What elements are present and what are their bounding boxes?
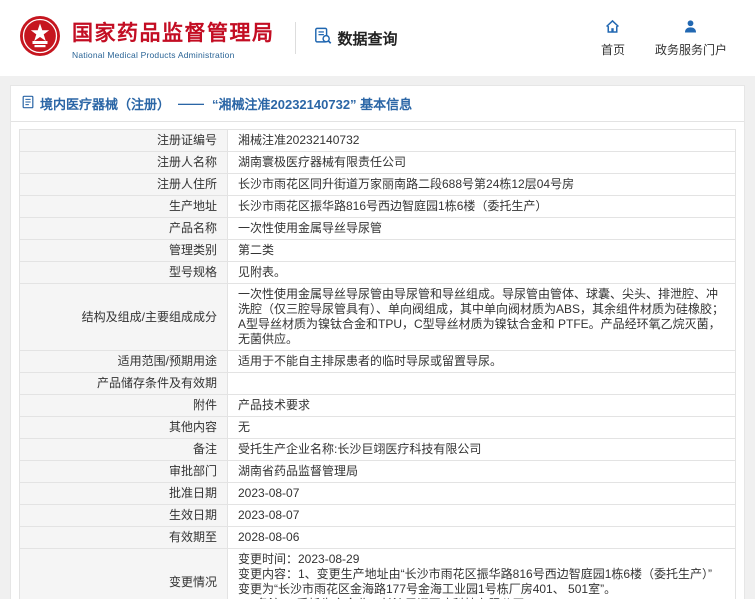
row-value: 受托生产企业名称:长沙巨翊医疗科技有限公司 [228, 439, 736, 461]
header-divider [295, 22, 296, 54]
row-value: 适用于不能自主排尿患者的临时导尿或留置导尿。 [228, 351, 736, 373]
table-row: 产品储存条件及有效期 [20, 373, 736, 395]
nav-portal-label: 政务服务门户 [655, 41, 727, 58]
site-header: 国家药品监督管理局 National Medical Products Admi… [0, 0, 755, 76]
table-row: 附件 产品技术要求 [20, 395, 736, 417]
row-value: 无 [228, 417, 736, 439]
row-value: 2023-08-07 [228, 483, 736, 505]
content-wrap: 境内医疗器械（注册） —— “湘械注准20232140732” 基本信息 注册证… [0, 76, 755, 599]
row-value: 产品技术要求 [228, 395, 736, 417]
row-label: 变更情况 [20, 549, 228, 599]
table-row: 型号规格 见附表。 [20, 262, 736, 284]
row-value: 2023-08-07 [228, 505, 736, 527]
table-row: 产品名称 一次性使用金属导丝导尿管 [20, 218, 736, 240]
row-label: 管理类别 [20, 240, 228, 262]
row-label: 生产地址 [20, 196, 228, 218]
content-box: 境内医疗器械（注册） —— “湘械注准20232140732” 基本信息 注册证… [10, 85, 745, 599]
agency-name-cn: 国家药品监督管理局 [72, 17, 275, 47]
row-label: 生效日期 [20, 505, 228, 527]
row-value: 见附表。 [228, 262, 736, 284]
brand: 国家药品监督管理局 National Medical Products Admi… [18, 14, 275, 63]
table-row: 审批部门 湖南省药品监督管理局 [20, 461, 736, 483]
row-label: 结构及组成/主要组成成分 [20, 284, 228, 351]
row-value: 湘械注准20232140732 [228, 130, 736, 152]
data-query-label: 数据查询 [338, 28, 398, 49]
table-row: 结构及组成/主要组成成分 一次性使用金属导丝导尿管由导尿管和导丝组成。导尿管由管… [20, 284, 736, 351]
table-row: 变更情况 变更时间：2023-08-29 变更内容：1、变更生产地址由“长沙市雨… [20, 549, 736, 599]
top-nav: 首页 政务服务门户 [601, 18, 727, 58]
row-value: 长沙市雨花区同升街道万家丽南路二段688号第24栋12层04号房 [228, 174, 736, 196]
table-row: 注册人住所 长沙市雨花区同升街道万家丽南路二段688号第24栋12层04号房 [20, 174, 736, 196]
document-icon [21, 95, 35, 112]
brand-text: 国家药品监督管理局 National Medical Products Admi… [72, 17, 275, 60]
table-row: 适用范围/预期用途 适用于不能自主排尿患者的临时导尿或留置导尿。 [20, 351, 736, 373]
table-row: 其他内容 无 [20, 417, 736, 439]
nmpa-emblem-logo [18, 14, 62, 63]
row-label: 其他内容 [20, 417, 228, 439]
row-label: 型号规格 [20, 262, 228, 284]
table-row: 有效期至 2028-08-06 [20, 527, 736, 549]
row-label: 适用范围/预期用途 [20, 351, 228, 373]
row-value: 一次性使用金属导丝导尿管由导尿管和导丝组成。导尿管由管体、球囊、尖头、排泄腔、冲… [228, 284, 736, 351]
table-row: 生产地址 长沙市雨花区振华路816号西边智庭园1栋6楼（委托生产） [20, 196, 736, 218]
table-row: 注册证编号 湘械注准20232140732 [20, 130, 736, 152]
nav-data-query[interactable]: 数据查询 [314, 27, 398, 49]
row-value: 湖南寰极医疗器械有限责任公司 [228, 152, 736, 174]
row-label: 注册证编号 [20, 130, 228, 152]
row-value: 2028-08-06 [228, 527, 736, 549]
nav-portal[interactable]: 政务服务门户 [655, 18, 727, 58]
row-label: 审批部门 [20, 461, 228, 483]
row-value: 第二类 [228, 240, 736, 262]
table-row: 生效日期 2023-08-07 [20, 505, 736, 527]
row-value: 变更时间：2023-08-29 变更内容：1、变更生产地址由“长沙市雨花区振华路… [228, 549, 736, 599]
table-row: 注册人名称 湖南寰极医疗器械有限责任公司 [20, 152, 736, 174]
row-label: 有效期至 [20, 527, 228, 549]
breadcrumb-detail: “湘械注准20232140732” 基本信息 [212, 94, 412, 113]
agency-name-en: National Medical Products Administration [72, 50, 275, 60]
nav-home[interactable]: 首页 [601, 18, 625, 58]
breadcrumb-separator: —— [178, 96, 204, 111]
row-value: 一次性使用金属导丝导尿管 [228, 218, 736, 240]
row-label: 产品储存条件及有效期 [20, 373, 228, 395]
row-label: 批准日期 [20, 483, 228, 505]
row-label: 附件 [20, 395, 228, 417]
breadcrumb: 境内医疗器械（注册） —— “湘械注准20232140732” 基本信息 [11, 86, 744, 122]
row-label: 注册人名称 [20, 152, 228, 174]
table-row: 管理类别 第二类 [20, 240, 736, 262]
table-row: 备注 受托生产企业名称:长沙巨翊医疗科技有限公司 [20, 439, 736, 461]
user-icon [682, 18, 699, 38]
home-icon [604, 18, 621, 38]
breadcrumb-section[interactable]: 境内医疗器械（注册） [40, 94, 170, 113]
row-value: 长沙市雨花区振华路816号西边智庭园1栋6楼（委托生产） [228, 196, 736, 218]
registration-info-table: 注册证编号 湘械注准20232140732 注册人名称 湖南寰极医疗器械有限责任… [19, 129, 736, 599]
row-label: 注册人住所 [20, 174, 228, 196]
row-value [228, 373, 736, 395]
row-label: 产品名称 [20, 218, 228, 240]
table-row: 批准日期 2023-08-07 [20, 483, 736, 505]
row-value: 湖南省药品监督管理局 [228, 461, 736, 483]
nav-home-label: 首页 [601, 41, 625, 58]
data-query-icon [314, 27, 332, 49]
row-label: 备注 [20, 439, 228, 461]
